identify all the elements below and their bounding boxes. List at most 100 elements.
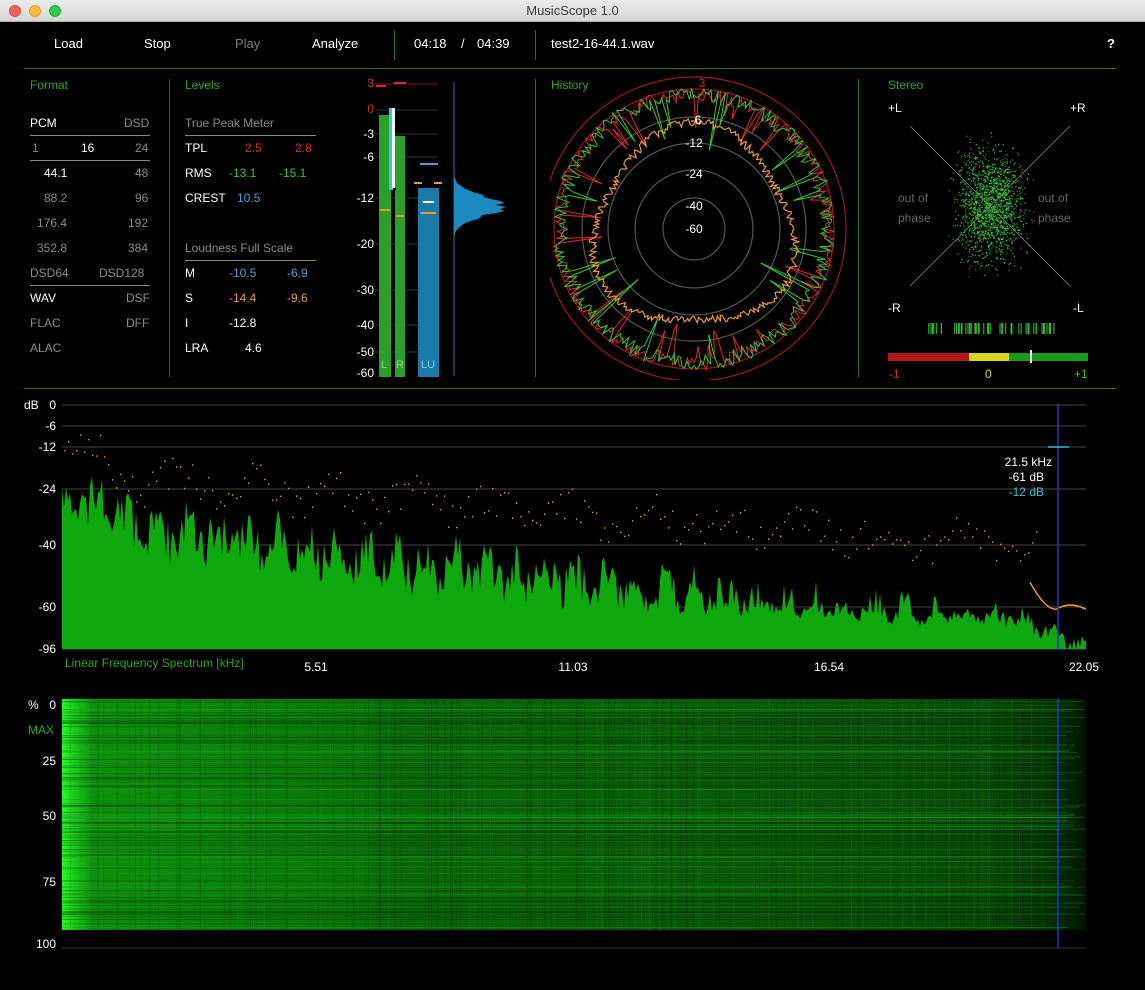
integrated-label: I xyxy=(185,316,189,330)
stereo-title: Stereo xyxy=(888,78,924,92)
spec-x-tick: 22.05 xyxy=(1069,660,1099,674)
meter-scale-tick: -6 xyxy=(363,150,374,164)
correlation-history xyxy=(928,323,1055,334)
meter-scale-tick: -30 xyxy=(356,283,374,297)
ring-label: -60 xyxy=(685,222,703,236)
bitdepth-16: 16 xyxy=(81,141,95,155)
loudness-title: Loudness Full Scale xyxy=(185,241,294,255)
levels-rule xyxy=(185,135,316,136)
meter-scale-tick: -40 xyxy=(356,318,374,332)
ring-label: -40 xyxy=(685,199,703,213)
tpl-label: TPL xyxy=(185,141,208,155)
corr-label-plus1: +1 xyxy=(1074,367,1088,381)
spec-unit: dB xyxy=(24,398,39,412)
container-alac: ALAC xyxy=(30,341,62,355)
section-divider xyxy=(169,79,170,377)
container-dsf: DSF xyxy=(126,291,150,305)
out-of-phase-right: out of xyxy=(1038,191,1069,205)
short-term-max: -9.6 xyxy=(287,291,308,305)
rate-176-4: 176.4 xyxy=(37,216,68,230)
correlation-bar-neutral xyxy=(969,353,1009,361)
format-rule xyxy=(30,160,150,161)
section-divider xyxy=(535,79,536,377)
crest-value: 10.5 xyxy=(237,191,261,205)
toolbar-divider xyxy=(535,30,536,60)
rate-96: 96 xyxy=(135,191,149,205)
stop-button[interactable]: Stop xyxy=(144,36,171,51)
corner-plus-R: +R xyxy=(1070,101,1086,115)
play-button[interactable]: Play xyxy=(235,36,260,51)
cursor-db: -61 dB xyxy=(1009,470,1044,484)
sg-max-label: MAX xyxy=(28,723,54,737)
rate-48: 48 xyxy=(135,166,149,180)
out-of-phase-left: phase xyxy=(898,211,931,225)
momentary-max: -6.9 xyxy=(287,266,308,280)
spec-y-tick: -12 xyxy=(39,440,57,454)
spec-x-tick: 5.51 xyxy=(304,660,328,674)
momentary-label: M xyxy=(185,266,195,280)
momentary-value: -10.5 xyxy=(229,266,257,280)
ring-label: -6 xyxy=(691,113,702,127)
rate-352-8: 352.8 xyxy=(37,241,68,255)
window-title: MusicScope 1.0 xyxy=(526,3,619,18)
meter-scale-tick: 0 xyxy=(367,102,374,116)
spectrum-plot: 0 -6 -12 -24 -40 -60 -96 dB Linear Frequ… xyxy=(24,398,1099,674)
integrated-value: -12.8 xyxy=(229,316,257,330)
time-separator: / xyxy=(461,36,465,51)
format-rule xyxy=(30,285,150,286)
format-dsd: DSD xyxy=(124,116,150,130)
crest-label: CREST xyxy=(185,191,226,205)
dsd64: DSD64 xyxy=(30,266,69,280)
meter-scale-tick: -50 xyxy=(356,345,374,359)
container-wav: WAV xyxy=(30,291,56,305)
true-peak-title: True Peak Meter xyxy=(185,116,274,130)
corner-minus-R: -R xyxy=(888,301,901,315)
spectrum-fill xyxy=(62,476,1086,649)
spec-y-tick: -60 xyxy=(39,600,57,614)
sg-y-tick: 75 xyxy=(43,875,57,889)
history-polar-plot: 3 0 -6 -12 -24 -40 -60 xyxy=(550,76,847,380)
meter-scale-tick: 3 xyxy=(367,76,374,90)
spec-y-tick: 0 xyxy=(49,398,56,412)
analyze-button[interactable]: Analyze xyxy=(312,36,358,51)
correlation-bar-negative xyxy=(888,353,969,361)
level-meters: L R LU xyxy=(376,82,507,377)
format-rule xyxy=(30,135,150,136)
sg-y-tick: 50 xyxy=(43,809,57,823)
spec-y-tick: -96 xyxy=(39,642,57,656)
sg-y-tick: 0 xyxy=(49,698,56,712)
meter-scale-tick: -60 xyxy=(356,366,374,380)
ring-label: 0 xyxy=(699,90,706,104)
spec-x-tick: 16.54 xyxy=(814,660,844,674)
meter-label-R: R xyxy=(396,359,404,371)
load-button[interactable]: Load xyxy=(54,36,83,51)
short-term-label: S xyxy=(185,291,194,305)
rate-88-2: 88.2 xyxy=(44,191,68,205)
corr-label-minus1: -1 xyxy=(889,367,900,381)
out-of-phase-right: phase xyxy=(1038,211,1071,225)
spec-x-tick: 11.03 xyxy=(558,660,587,674)
loudness-histogram xyxy=(454,171,507,256)
rms-label: RMS xyxy=(185,166,212,180)
track-duration: 04:39 xyxy=(477,36,510,51)
spectrum-caption: Linear Frequency Spectrum [kHz] xyxy=(65,656,244,670)
cursor-frequency: 21.5 kHz xyxy=(1005,455,1052,469)
meter-scale-tick: -20 xyxy=(356,237,374,251)
file-name: test2-16-44.1.wav xyxy=(551,36,655,51)
cursor-peak-db: -12 dB xyxy=(1009,485,1044,499)
corner-plus-L: +L xyxy=(888,101,902,115)
meter-left-hold xyxy=(392,108,395,188)
spec-y-tick: -24 xyxy=(39,482,57,496)
ring-label: -12 xyxy=(685,136,703,150)
title-bar: MusicScope 1.0 xyxy=(0,0,1145,22)
panels-bottom-rule xyxy=(24,388,1116,389)
dsd128: DSD128 xyxy=(99,266,145,280)
meter-label-LU: LU xyxy=(421,359,435,371)
tpl-left: 2.5 xyxy=(245,141,262,155)
container-flac: FLAC xyxy=(30,316,61,330)
format-pcm: PCM xyxy=(30,116,57,130)
rate-44-1: 44.1 xyxy=(44,166,68,180)
help-button[interactable]: ? xyxy=(1107,36,1115,51)
ring-label: -24 xyxy=(685,167,703,181)
rate-384: 384 xyxy=(128,241,149,255)
